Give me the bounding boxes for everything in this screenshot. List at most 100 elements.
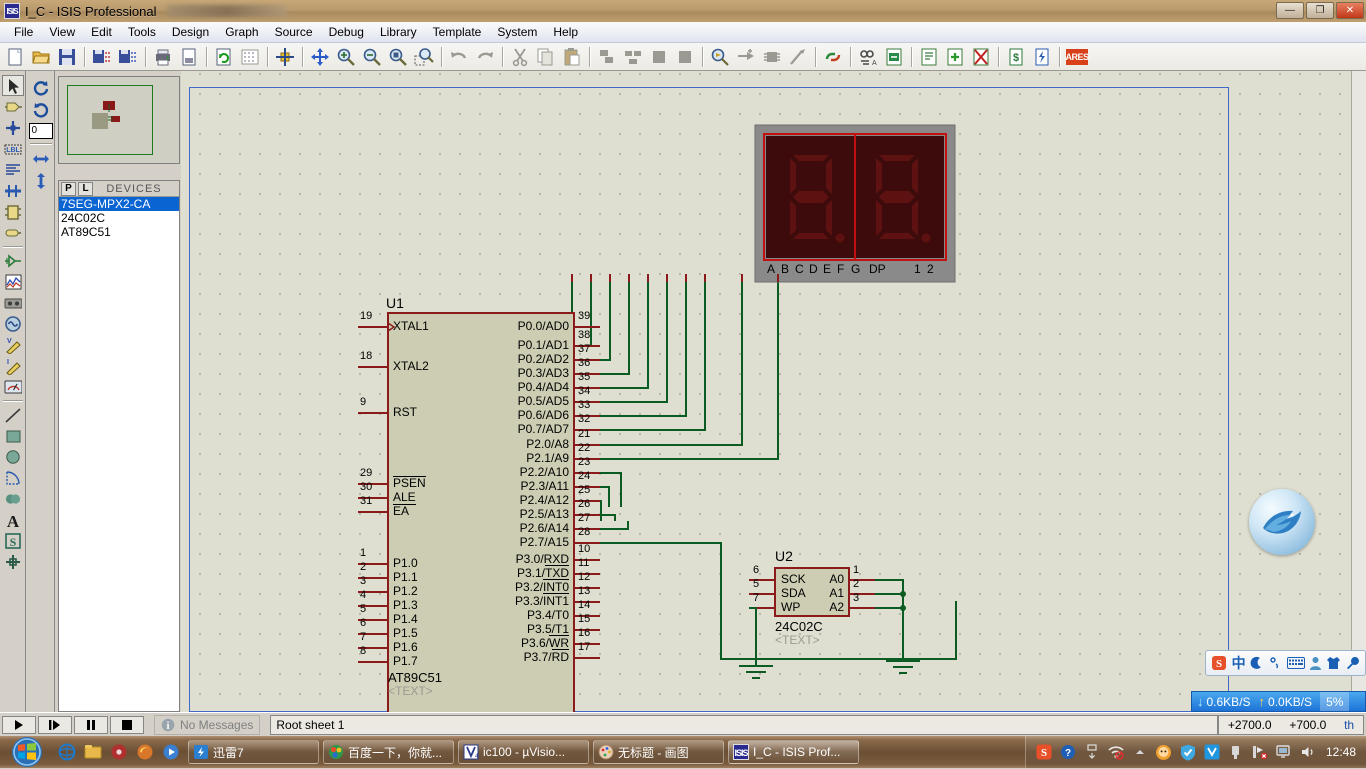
remove-sheet-icon[interactable] [943, 45, 967, 69]
monitor-icon[interactable] [1274, 742, 1294, 762]
block-copy-icon[interactable] [595, 45, 619, 69]
schematic-canvas[interactable]: A B C D E F G DP 1 2 U1 AT89C51 <TEXT> 19 XTAL1 18 XTAL2… [181, 71, 1366, 712]
ares-icon[interactable]: ARES [1065, 45, 1089, 69]
rotate-counterclockwise-icon[interactable] [30, 99, 52, 121]
terminals-mode-icon[interactable] [2, 222, 24, 243]
generator-mode-icon[interactable] [2, 313, 24, 334]
pick-device-icon[interactable] [708, 45, 732, 69]
redo-icon[interactable] [473, 45, 497, 69]
taskbar-item[interactable]: 4 ic100 - µVisio... [458, 740, 589, 764]
rotate-clockwise-icon[interactable] [30, 77, 52, 99]
player-icon[interactable] [158, 738, 184, 766]
zoom-in-icon[interactable] [334, 45, 358, 69]
circle-tool-icon[interactable] [2, 446, 24, 467]
text-script-mode-icon[interactable] [2, 159, 24, 180]
graph-mode-icon[interactable] [2, 271, 24, 292]
qq-icon[interactable] [1154, 742, 1174, 762]
junction-dot-mode-icon[interactable] [2, 117, 24, 138]
subcircuit-mode-icon[interactable] [2, 201, 24, 222]
bird-widget-icon[interactable] [1249, 489, 1315, 555]
device-list-item[interactable]: AT89C51 [59, 225, 179, 239]
devices-tab-p[interactable]: P [61, 181, 76, 196]
ie-icon[interactable] [54, 738, 80, 766]
text-tool-icon[interactable]: A [2, 509, 24, 530]
device-list-item[interactable]: 7SEG-MPX2-CA [59, 197, 179, 211]
wifi-icon[interactable] [1106, 742, 1126, 762]
device-pin-mode-icon[interactable] [2, 250, 24, 271]
cut-icon[interactable] [508, 45, 532, 69]
firefox-icon[interactable] [132, 738, 158, 766]
decompose-icon[interactable] [786, 45, 810, 69]
new-file-icon[interactable] [3, 45, 27, 69]
virtual-instrument-mode-icon[interactable] [2, 376, 24, 397]
menu-graph[interactable]: Graph [217, 23, 266, 41]
export-section-icon[interactable] [116, 45, 140, 69]
symbol-tool-icon[interactable]: S [2, 530, 24, 551]
new-sheet-icon[interactable] [917, 45, 941, 69]
explorer-icon[interactable] [80, 738, 106, 766]
close-button[interactable]: ✕ [1336, 2, 1364, 19]
tape-recorder-mode-icon[interactable] [2, 292, 24, 313]
copy-icon[interactable] [534, 45, 558, 69]
show-desktop-icon[interactable] [1082, 742, 1102, 762]
schematic-grid[interactable]: A B C D E F G DP 1 2 U1 AT89C51 <TEXT> 19 XTAL1 18 XTAL2… [181, 71, 1366, 712]
save-file-icon[interactable] [55, 45, 79, 69]
menu-template[interactable]: Template [425, 23, 490, 41]
help-tray-icon[interactable]: ? [1058, 742, 1078, 762]
block-rotate-icon[interactable] [647, 45, 671, 69]
path-tool-icon[interactable] [2, 488, 24, 509]
minimize-button[interactable]: — [1276, 2, 1304, 19]
pause-icon[interactable] [74, 715, 108, 734]
menu-library[interactable]: Library [372, 23, 425, 41]
sogou-ime-toolbar[interactable]: S 中 [1205, 650, 1366, 676]
sogou-tray-icon[interactable]: S [1034, 742, 1054, 762]
paste-icon[interactable] [560, 45, 584, 69]
menu-view[interactable]: View [41, 23, 83, 41]
zoom-out-icon[interactable] [360, 45, 384, 69]
zoom-all-icon[interactable] [386, 45, 410, 69]
rotation-angle-input[interactable]: 0 [28, 123, 53, 139]
voltage-probe-mode-icon[interactable]: V [2, 334, 24, 355]
exit-sheet-icon[interactable] [969, 45, 993, 69]
windows-start-icon[interactable] [0, 736, 54, 768]
marker-tool-icon[interactable] [2, 551, 24, 572]
zoom-area-icon[interactable] [412, 45, 436, 69]
devices-tab-l[interactable]: L [78, 181, 93, 196]
electrical-rule-check-icon[interactable] [1030, 45, 1054, 69]
buses-mode-icon[interactable] [2, 180, 24, 201]
show-hidden-icon[interactable] [1130, 742, 1150, 762]
menu-edit[interactable]: Edit [83, 23, 120, 41]
open-file-icon[interactable] [29, 45, 53, 69]
tencent-icon[interactable] [1202, 742, 1222, 762]
network-error-icon[interactable] [1250, 742, 1270, 762]
block-delete-icon[interactable] [673, 45, 697, 69]
mirror-vertical-icon[interactable] [30, 170, 52, 192]
menu-design[interactable]: Design [164, 23, 217, 41]
play-icon[interactable] [2, 715, 36, 734]
arc-tool-icon[interactable] [2, 467, 24, 488]
taskbar-item[interactable]: 无标题 - 画图 [593, 740, 724, 764]
import-section-icon[interactable] [90, 45, 114, 69]
taskbar-item[interactable]: ISIS I_C - ISIS Prof... [728, 740, 859, 764]
taskbar-clock[interactable]: 12:48 [1326, 745, 1356, 759]
origin-icon[interactable] [273, 45, 297, 69]
maximize-button[interactable]: ❐ [1306, 2, 1334, 19]
mirror-horizontal-icon[interactable] [30, 148, 52, 170]
overview-panel[interactable] [58, 76, 180, 164]
security-shield-icon[interactable] [1178, 742, 1198, 762]
toggle-grid-icon[interactable] [238, 45, 262, 69]
stop-icon[interactable] [110, 715, 144, 734]
canvas-vertical-scrollbar[interactable] [1351, 71, 1366, 691]
menu-help[interactable]: Help [545, 23, 586, 41]
box-tool-icon[interactable] [2, 425, 24, 446]
chinese-mode-icon[interactable]: 中 [1232, 653, 1246, 673]
wire-label-mode-icon[interactable]: LBL [2, 138, 24, 159]
step-icon[interactable] [38, 715, 72, 734]
volume-icon[interactable] [1298, 742, 1318, 762]
menu-system[interactable]: System [489, 23, 545, 41]
selection-mode-icon[interactable] [1, 75, 24, 96]
property-assign-icon[interactable]: A [856, 45, 880, 69]
line-tool-icon[interactable] [2, 404, 24, 425]
print-area-icon[interactable] [177, 45, 201, 69]
component-mode-icon[interactable] [2, 96, 24, 117]
